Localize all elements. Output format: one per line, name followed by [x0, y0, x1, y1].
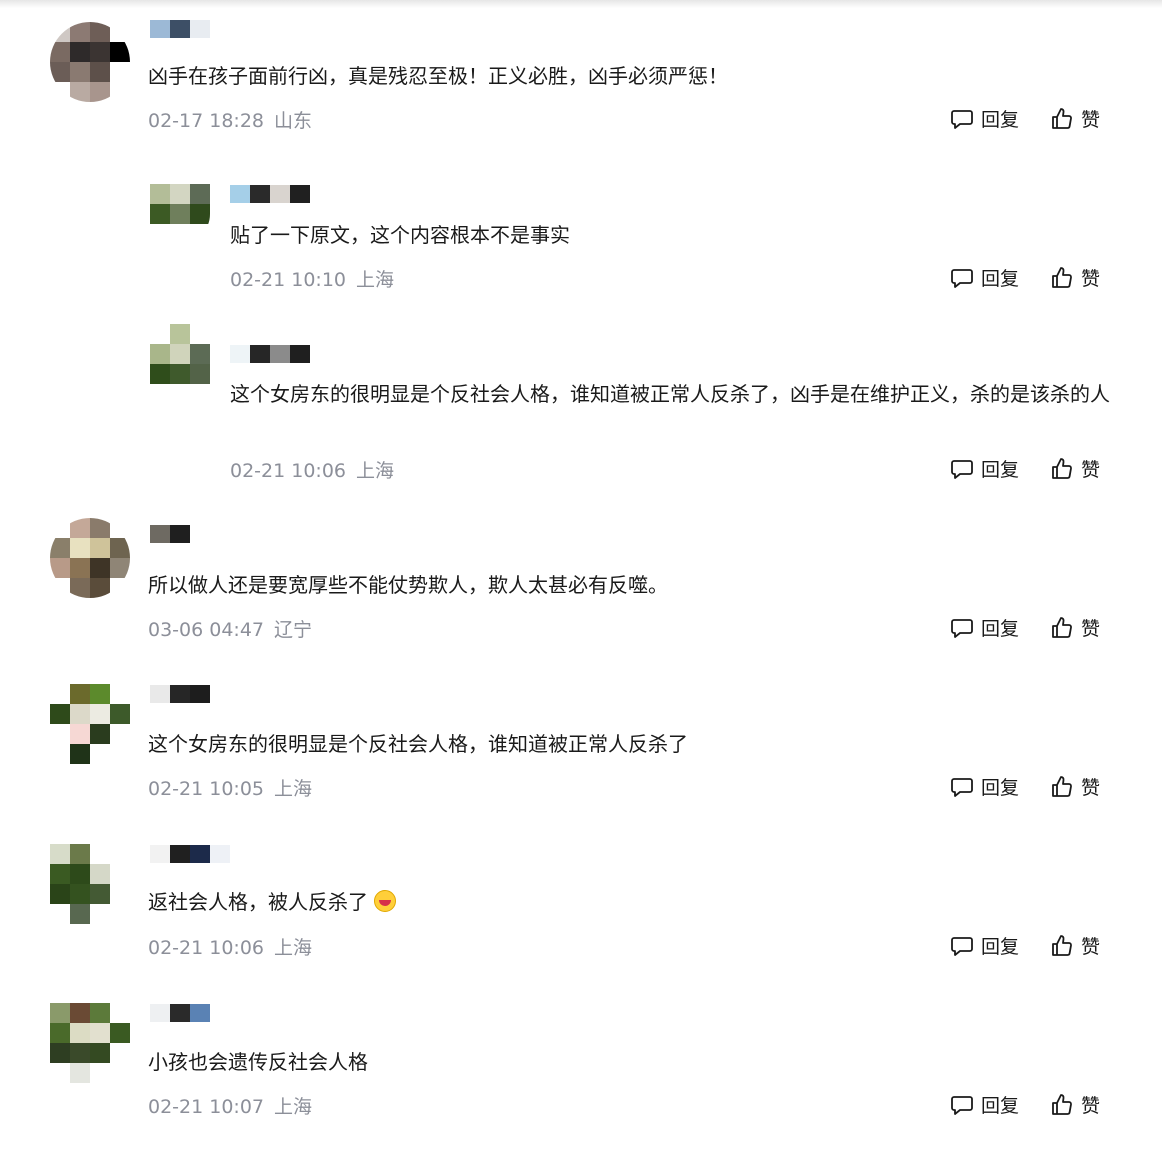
comment-location: 山东 [274, 110, 313, 132]
comment-location: 上海 [274, 937, 313, 959]
thumbs-up-icon [1052, 775, 1072, 797]
comment-date: 02-21 10:07 [148, 1096, 265, 1118]
comment-text-content: 返社会人格，被人反杀了 [148, 890, 368, 914]
comment-bubble-icon [951, 618, 973, 638]
comment-bubble-icon [951, 459, 973, 479]
reply-label: 回复 [981, 459, 1020, 481]
reply-button[interactable]: 回复 [950, 614, 1019, 641]
username-censored[interactable] [150, 685, 210, 703]
like-label: 赞 [1081, 936, 1101, 958]
comment-actions: 回复 赞 [950, 264, 1110, 292]
comment-date: 02-21 10:10 [230, 269, 347, 291]
like-button[interactable]: 赞 [1050, 264, 1100, 291]
comment-actions: 回复 赞 [950, 773, 1110, 801]
reply-button[interactable]: 回复 [950, 455, 1019, 482]
thumbs-up-icon [1052, 1093, 1072, 1115]
comment-text: 所以做人还是要宽厚些不能仗势欺人，欺人太甚必有反噬。 [148, 573, 668, 597]
comment-text: 这个女房东的很明显是个反社会人格，谁知道被正常人反杀了 [148, 732, 688, 756]
like-label: 赞 [1081, 1095, 1101, 1117]
reply-label: 回复 [981, 777, 1020, 799]
like-button[interactable]: 赞 [1050, 614, 1100, 641]
reply-button[interactable]: 回复 [950, 264, 1019, 291]
username-censored[interactable] [150, 20, 210, 38]
like-label: 赞 [1081, 268, 1101, 290]
thumbs-up-icon [1052, 934, 1072, 956]
comment-date: 02-21 10:06 [148, 937, 265, 959]
username-censored[interactable] [230, 185, 310, 203]
reply-button[interactable]: 回复 [950, 932, 1019, 959]
avatar[interactable] [50, 22, 130, 102]
grinning-face-emoji-icon [374, 890, 396, 912]
comment-meta: 02-17 18:28 山东 [148, 106, 312, 133]
thumbs-up-icon [1052, 457, 1072, 479]
comment-bubble-icon [951, 777, 973, 797]
like-label: 赞 [1081, 459, 1101, 481]
comment-text: 小孩也会遗传反社会人格 [148, 1050, 368, 1074]
like-button[interactable]: 赞 [1050, 105, 1100, 132]
reply-label: 回复 [981, 268, 1020, 290]
comment-bubble-icon [951, 936, 973, 956]
comment-bubble-icon [951, 268, 973, 288]
username-censored[interactable] [150, 525, 210, 543]
like-button[interactable]: 赞 [1050, 1091, 1100, 1118]
like-label: 赞 [1081, 618, 1101, 640]
comment-location: 上海 [274, 1096, 313, 1118]
like-label: 赞 [1081, 777, 1101, 799]
thumbs-up-icon [1052, 616, 1072, 638]
comment-text: 凶手在孩子面前行凶，真是残忍至极！正义必胜，凶手必须严惩！ [148, 64, 728, 88]
comment-meta: 02-21 10:05 上海 [148, 774, 312, 801]
comment-actions: 回复 赞 [950, 614, 1110, 642]
username-censored[interactable] [230, 345, 310, 363]
top-shadow [0, 0, 1162, 8]
comment-location: 辽宁 [274, 619, 313, 641]
comment-actions: 回复 赞 [950, 105, 1110, 133]
reply-button[interactable]: 回复 [950, 1091, 1019, 1118]
thumbs-up-icon [1052, 266, 1072, 288]
reply-label: 回复 [981, 1095, 1020, 1117]
comment-actions: 回复 赞 [950, 1091, 1110, 1119]
username-censored[interactable] [150, 845, 230, 863]
reply-button[interactable]: 回复 [950, 105, 1019, 132]
username-censored[interactable] [150, 1004, 210, 1022]
comment-meta: 02-21 10:10 上海 [230, 265, 394, 292]
comment-location: 上海 [274, 778, 313, 800]
comment-bubble-icon [951, 1095, 973, 1115]
avatar[interactable] [150, 184, 210, 244]
comment-date: 03-06 04:47 [148, 619, 265, 641]
comment-meta: 02-21 10:06 上海 [230, 456, 394, 483]
avatar[interactable] [150, 324, 210, 384]
comment-text: 贴了一下原文，这个内容根本不是事实 [230, 223, 570, 247]
thumbs-up-icon [1052, 107, 1072, 129]
comment-date: 02-21 10:06 [230, 460, 347, 482]
comment-location: 上海 [356, 460, 395, 482]
like-button[interactable]: 赞 [1050, 455, 1100, 482]
comment-text: 返社会人格，被人反杀了 [148, 886, 1088, 918]
reply-label: 回复 [981, 109, 1020, 131]
avatar[interactable] [50, 684, 130, 764]
like-button[interactable]: 赞 [1050, 932, 1100, 959]
like-label: 赞 [1081, 109, 1101, 131]
comment-location: 上海 [356, 269, 395, 291]
comment-meta: 02-21 10:06 上海 [148, 933, 312, 960]
avatar[interactable] [50, 518, 130, 598]
comment-meta: 03-06 04:47 辽宁 [148, 615, 312, 642]
comment-bubble-icon [951, 109, 973, 129]
comment-meta: 02-21 10:07 上海 [148, 1092, 312, 1119]
comment-date: 02-21 10:05 [148, 778, 265, 800]
comment-actions: 回复 赞 [950, 932, 1110, 960]
avatar[interactable] [50, 1003, 130, 1083]
comment-actions: 回复 赞 [950, 455, 1110, 483]
like-button[interactable]: 赞 [1050, 773, 1100, 800]
reply-label: 回复 [981, 936, 1020, 958]
comment-date: 02-17 18:28 [148, 110, 265, 132]
comment-text: 这个女房东的很明显是个反社会人格，谁知道被正常人反杀了，凶手是在维护正义，杀的是… [230, 382, 1110, 406]
avatar[interactable] [50, 844, 130, 924]
reply-button[interactable]: 回复 [950, 773, 1019, 800]
reply-label: 回复 [981, 618, 1020, 640]
